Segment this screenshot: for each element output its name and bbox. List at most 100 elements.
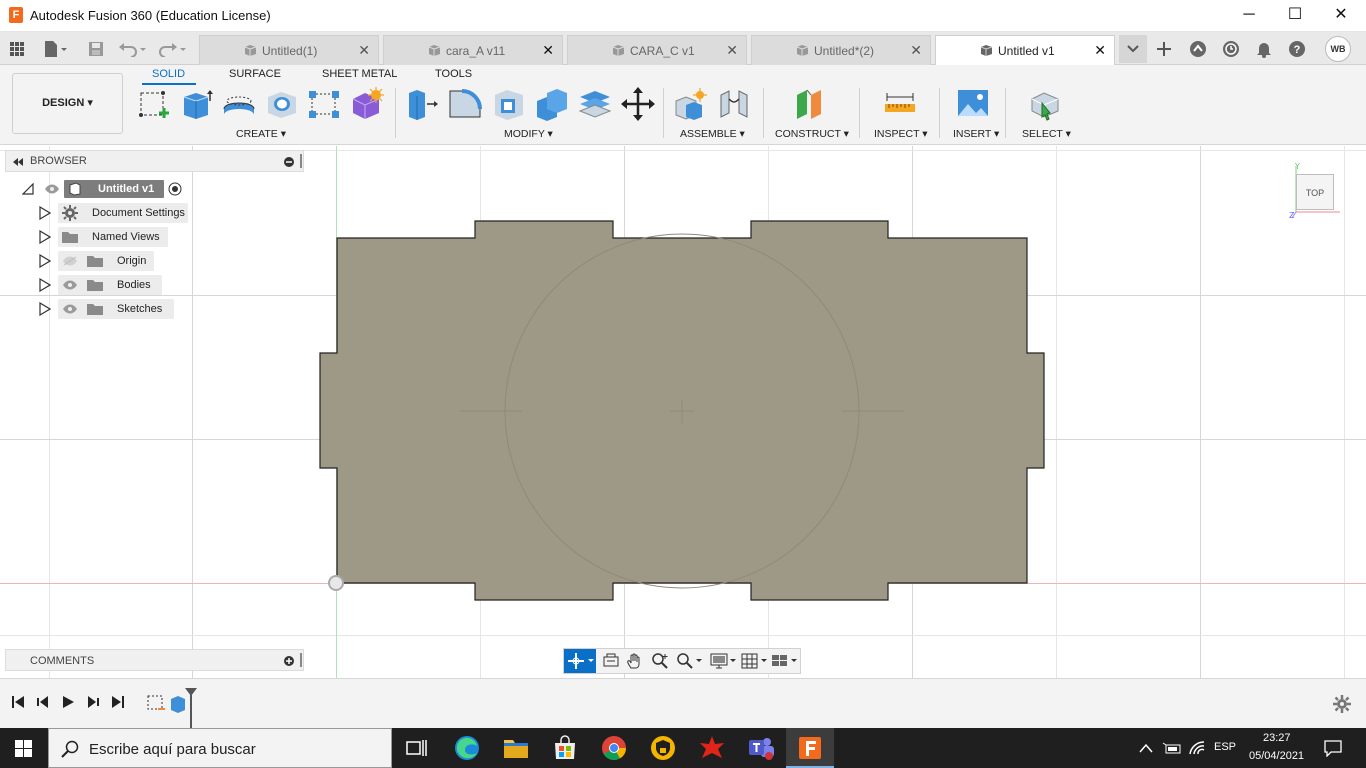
tray-chevron-up-icon[interactable] <box>1139 743 1153 753</box>
joint-icon[interactable] <box>717 87 751 121</box>
select-group-menu[interactable]: SELECT ▾ <box>1022 128 1071 140</box>
hidden-eye-icon[interactable] <box>62 256 78 266</box>
zoom-window-icon[interactable] <box>674 652 706 672</box>
expand-triangle-icon[interactable] <box>39 230 51 244</box>
taskbar-search-box[interactable]: Escribe aquí para buscar <box>48 728 392 768</box>
orbit-tool-button[interactable] <box>564 649 596 673</box>
pan-hand-icon[interactable] <box>622 652 648 672</box>
tab-untitled-1[interactable]: Untitled(1) ✕ <box>199 35 379 65</box>
insert-image-icon[interactable] <box>956 87 990 121</box>
display-settings-icon[interactable] <box>709 652 739 672</box>
edge-browser-icon[interactable] <box>453 734 481 762</box>
construct-group-menu[interactable]: CONSTRUCT ▾ <box>775 128 849 140</box>
notification-center-icon[interactable] <box>1323 739 1343 757</box>
move-copy-icon[interactable] <box>621 87 655 121</box>
root-component-node[interactable]: Untitled v1 <box>64 180 164 198</box>
tab-cara-a[interactable]: cara_A v11 ✕ <box>383 35 563 65</box>
user-avatar[interactable]: WB <box>1325 36 1351 62</box>
browser-resize-handle[interactable] <box>300 154 302 168</box>
tab-sheet-metal[interactable]: SHEET METAL <box>322 68 397 80</box>
browser-item-sketches[interactable]: Sketches <box>58 299 174 319</box>
browser-item-bodies[interactable]: Bodies <box>58 275 162 295</box>
offset-plane-icon[interactable] <box>793 87 827 121</box>
tab-close-icon[interactable]: ✕ <box>726 42 738 59</box>
combine-icon[interactable] <box>535 87 569 121</box>
expand-triangle-icon[interactable] <box>39 254 51 268</box>
close-window-button[interactable]: ✕ <box>1318 0 1364 32</box>
browser-item-origin[interactable]: Origin <box>58 251 154 271</box>
teams-icon[interactable] <box>747 734 775 762</box>
create-form-icon[interactable] <box>350 87 384 121</box>
create-group-menu[interactable]: CREATE ▾ <box>236 128 286 140</box>
notifications-bell-icon[interactable] <box>1252 37 1276 61</box>
measure-icon[interactable] <box>883 87 917 121</box>
tab-close-icon[interactable]: ✕ <box>542 42 554 59</box>
timeline-settings-gear-icon[interactable] <box>1333 695 1351 713</box>
visibility-eye-icon[interactable] <box>62 280 78 290</box>
tab-overflow-chevron-icon[interactable] <box>1119 35 1147 63</box>
timeline-first-icon[interactable] <box>9 695 27 713</box>
tab-solid[interactable]: SOLID <box>152 68 185 80</box>
press-pull-icon[interactable] <box>405 87 439 121</box>
create-sketch-icon[interactable] <box>137 87 171 121</box>
windows-start-icon[interactable] <box>15 740 32 757</box>
sketch-body[interactable] <box>0 146 1366 678</box>
tray-time[interactable]: 23:27 <box>1263 732 1291 744</box>
comments-resize-handle[interactable] <box>300 653 302 667</box>
timeline-next-icon[interactable] <box>84 695 102 713</box>
browser-item-document-settings[interactable]: Document Settings <box>58 203 188 223</box>
tab-close-icon[interactable]: ✕ <box>358 42 370 59</box>
assemble-group-menu[interactable]: ASSEMBLE ▾ <box>680 128 745 140</box>
timeline-sketch-feature-icon[interactable] <box>146 693 166 713</box>
tab-surface[interactable]: SURFACE <box>229 68 281 80</box>
undo-icon[interactable] <box>116 37 150 61</box>
add-comment-icon[interactable] <box>284 656 294 666</box>
hole-icon[interactable] <box>265 87 299 121</box>
grid-settings-icon[interactable] <box>740 652 770 672</box>
help-icon[interactable]: ? <box>1285 37 1309 61</box>
viewports-icon[interactable] <box>770 652 800 672</box>
file-menu-icon[interactable] <box>38 37 72 61</box>
taskbar-fusion-active[interactable] <box>786 728 834 768</box>
timeline-marker-handle[interactable] <box>184 687 198 729</box>
new-component-icon[interactable] <box>673 87 707 121</box>
look-at-icon[interactable] <box>598 652 624 672</box>
select-icon[interactable] <box>1028 87 1062 121</box>
browser-minimize-icon[interactable] <box>284 157 294 167</box>
origin-point[interactable] <box>328 575 344 591</box>
revolve-icon[interactable] <box>222 87 256 121</box>
modify-group-menu[interactable]: MODIFY ▾ <box>504 128 553 140</box>
expand-triangle-icon[interactable] <box>39 278 51 292</box>
tray-date[interactable]: 05/04/2021 <box>1249 750 1304 762</box>
insert-group-menu[interactable]: INSERT ▾ <box>953 128 999 140</box>
workspace-switcher-button[interactable]: DESIGN ▾ <box>12 73 123 134</box>
fillet-icon[interactable] <box>448 87 482 121</box>
activate-radio-icon[interactable] <box>168 182 182 196</box>
red-star-app-icon[interactable] <box>698 734 726 762</box>
tray-battery-icon[interactable] <box>1162 740 1182 756</box>
extensions-icon[interactable] <box>1186 37 1210 61</box>
new-tab-plus-icon[interactable] <box>1152 37 1176 61</box>
timeline-last-icon[interactable] <box>109 695 127 713</box>
expand-triangle-icon[interactable] <box>39 206 51 220</box>
collapse-panel-icon[interactable] <box>12 158 24 166</box>
shell-icon[interactable] <box>492 87 526 121</box>
microsoft-store-icon[interactable] <box>551 734 579 762</box>
tab-untitled-2[interactable]: Untitled*(2) ✕ <box>751 35 931 65</box>
tab-untitled-v1[interactable]: Untitled v1 ✕ <box>935 35 1115 65</box>
tab-cara-c[interactable]: CARA_C v1 ✕ <box>567 35 747 65</box>
timeline-previous-icon[interactable] <box>34 695 52 713</box>
tab-close-icon[interactable]: ✕ <box>1094 42 1106 59</box>
chrome-browser-icon[interactable] <box>600 734 628 762</box>
inspect-group-menu[interactable]: INSPECT ▾ <box>874 128 928 140</box>
save-icon[interactable] <box>84 37 108 61</box>
maximize-button[interactable]: ☐ <box>1272 0 1318 32</box>
tray-language[interactable]: ESP <box>1214 741 1236 753</box>
redo-icon[interactable] <box>156 37 190 61</box>
tab-close-icon[interactable]: ✕ <box>910 42 922 59</box>
visibility-eye-icon[interactable] <box>62 304 78 314</box>
job-status-clock-icon[interactable] <box>1219 37 1243 61</box>
expand-triangle-icon[interactable] <box>39 302 51 316</box>
viewcube[interactable]: TOP <box>1296 174 1334 210</box>
timeline-play-icon[interactable] <box>59 695 77 713</box>
